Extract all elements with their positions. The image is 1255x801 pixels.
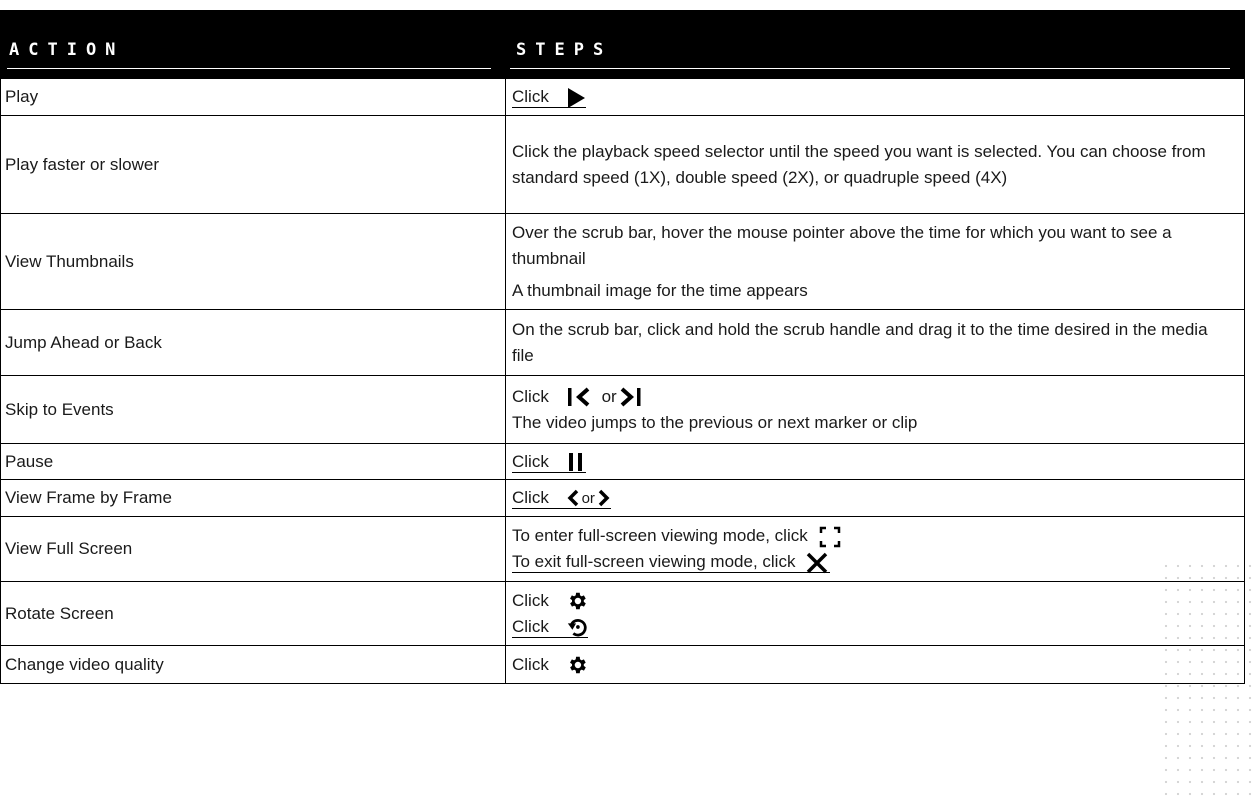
gear-icon	[569, 656, 586, 674]
steps-cell: On the scrub bar, click and hold the scr…	[505, 309, 1245, 376]
table-row: Pause Click	[0, 443, 1245, 480]
steps-cell: Click	[505, 443, 1245, 480]
table-row: Change video quality Click	[0, 645, 1245, 684]
table-row: Play faster or slower Click the playback…	[0, 115, 1245, 214]
table-row: View Thumbnails Over the scrub bar, hove…	[0, 213, 1245, 310]
table-row: Play Click	[0, 78, 1245, 116]
pause-icon	[568, 453, 582, 472]
play-icon	[567, 87, 585, 108]
table-row: Rotate Screen Click Click	[0, 581, 1245, 646]
table-header-row: ACTION STEPS	[0, 10, 1245, 79]
steps-cell: Click	[505, 78, 1245, 116]
header-steps: STEPS	[505, 10, 1245, 79]
table-row: View Full Screen To enter full-screen vi…	[0, 516, 1245, 582]
action-cell: Play	[0, 78, 506, 116]
steps-cell: Click or The video jumps to the previous…	[505, 375, 1245, 444]
skip-previous-icon	[567, 387, 589, 407]
rotate-icon	[567, 619, 587, 637]
table-row: Skip to Events Click or The video jumps …	[0, 375, 1245, 444]
gear-icon	[569, 592, 586, 610]
action-cell: Play faster or slower	[0, 115, 506, 214]
steps-cell: Click	[505, 645, 1245, 684]
steps-cell: Over the scrub bar, hover the mouse poin…	[505, 213, 1245, 310]
steps-cell: Click the playback speed selector until …	[505, 115, 1245, 214]
table-row: Jump Ahead or Back On the scrub bar, cli…	[0, 309, 1245, 376]
steps-cell: To enter full-screen viewing mode, click…	[505, 516, 1245, 582]
frame-next-icon	[598, 489, 610, 507]
action-cell: View Frame by Frame	[0, 479, 506, 517]
action-cell: Rotate Screen	[0, 581, 506, 646]
close-icon	[806, 552, 828, 573]
action-cell: Jump Ahead or Back	[0, 309, 506, 376]
controls-table: ACTION STEPS Play Click Play faster or s…	[0, 10, 1245, 684]
frame-previous-icon	[567, 489, 578, 507]
steps-cell: Click Click	[505, 581, 1245, 646]
action-cell: Pause	[0, 443, 506, 480]
steps-cell: Click or	[505, 479, 1245, 517]
table-row: View Frame by Frame Click or	[0, 479, 1245, 517]
fullscreen-icon	[820, 526, 841, 547]
action-cell: View Full Screen	[0, 516, 506, 582]
skip-next-icon	[620, 387, 641, 407]
action-cell: View Thumbnails	[0, 213, 506, 310]
action-cell: Skip to Events	[0, 375, 506, 444]
header-action: ACTION	[0, 10, 506, 79]
action-cell: Change video quality	[0, 645, 506, 684]
